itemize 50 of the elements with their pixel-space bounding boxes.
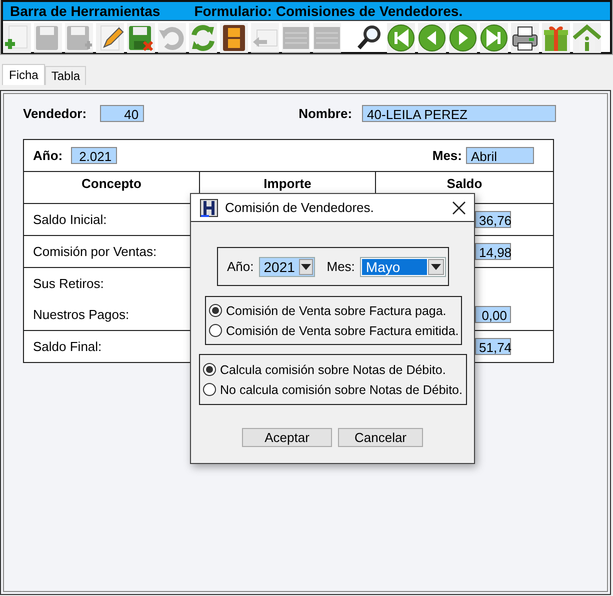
nombre-field[interactable]: 40-LEILA PEREZ xyxy=(362,104,556,122)
month-field[interactable]: Abril xyxy=(466,147,534,164)
floppy-icon[interactable] xyxy=(127,23,155,53)
caret-icon xyxy=(300,264,311,270)
app-icon xyxy=(200,198,218,216)
radio-button[interactable] xyxy=(203,383,216,396)
dialog-button[interactable]: Aceptar xyxy=(242,428,332,447)
tab[interactable]: Ficha xyxy=(2,64,46,85)
option-label[interactable]: Comisión de Venta sobre Factura paga. xyxy=(226,304,446,318)
radio-button[interactable] xyxy=(203,363,216,376)
pencil-icon[interactable] xyxy=(96,23,124,53)
option-label[interactable]: Comisión de Venta sobre Factura emitida. xyxy=(226,324,459,338)
month-dropdown[interactable]: Mayo xyxy=(360,256,446,276)
gift-icon[interactable] xyxy=(542,23,570,53)
month-label: Mes: xyxy=(326,259,355,274)
option-label[interactable]: Calcula comisión sobre Notas de Débito. xyxy=(220,362,446,376)
month-label: Mes: xyxy=(432,148,462,163)
close-icon[interactable] xyxy=(452,200,466,214)
row-label: Comisión por Ventas: xyxy=(33,243,158,261)
printer-icon[interactable] xyxy=(511,23,539,53)
first-icon[interactable] xyxy=(387,23,415,53)
year-field[interactable]: 2.021 xyxy=(70,147,117,164)
home-icon[interactable] xyxy=(573,23,601,53)
vendedor-field[interactable]: 40 xyxy=(100,104,144,122)
row-label: Saldo Final: xyxy=(33,338,103,356)
saldo-field: 36,76 xyxy=(475,211,511,228)
film-icon[interactable] xyxy=(220,23,248,53)
last-icon[interactable] xyxy=(480,23,508,53)
option-label[interactable]: No calcula comisión sobre Notas de Débito. xyxy=(220,382,462,396)
caret-icon xyxy=(430,264,441,270)
saldo-field: 0,00 xyxy=(475,306,511,323)
row-label: Saldo Inicial: xyxy=(33,211,108,229)
vendedor-label: Vendedor: xyxy=(23,106,87,120)
year-dropdown[interactable]: 2021 xyxy=(258,256,315,276)
radio-button[interactable] xyxy=(209,304,222,317)
year-label: Año: xyxy=(33,148,63,163)
year-label: Año: xyxy=(227,259,254,274)
tab[interactable]: Tabla xyxy=(45,66,86,85)
dialog-button[interactable]: Cancelar xyxy=(338,428,423,447)
row-label: Sus Retiros: xyxy=(33,275,105,293)
add-icon[interactable] xyxy=(3,23,31,53)
nombre-label: Nombre: xyxy=(298,106,352,120)
form-title: Formulario: Comisiones de Vendedores. xyxy=(194,3,463,19)
row-label: Nuestros Pagos: xyxy=(33,306,130,324)
next-icon[interactable] xyxy=(449,23,477,53)
saldo-field: 14,98 xyxy=(475,243,511,260)
radio-button[interactable] xyxy=(209,324,222,337)
saldo-field: 51,74 xyxy=(475,338,511,355)
toolbar-title: Barra de Herramientas xyxy=(10,3,160,19)
previous-icon[interactable] xyxy=(418,23,446,53)
